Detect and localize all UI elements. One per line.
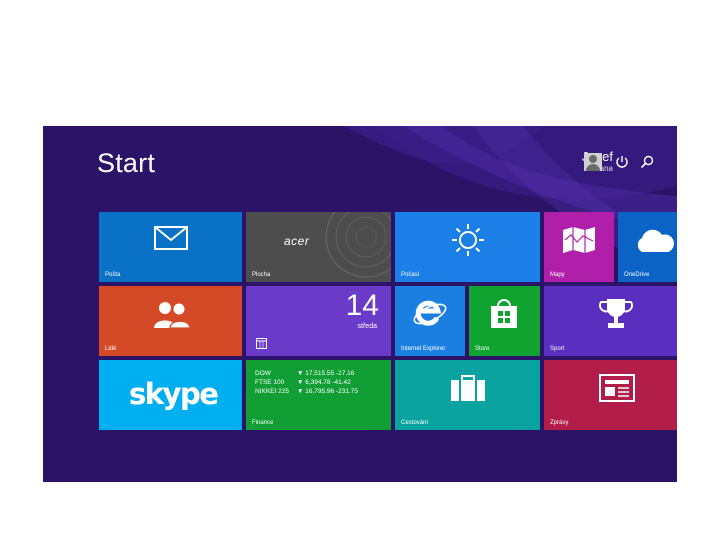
user-sub: Zuzana (543, 164, 613, 174)
finance-index-name: NIKKEI 225 (255, 388, 289, 395)
ie-icon (413, 300, 447, 326)
tile-mail-label: Pošta (105, 272, 121, 278)
store-icon (491, 299, 517, 328)
user-name: Josef (543, 150, 613, 164)
tile-store-label: Store (475, 346, 490, 352)
tile-maps[interactable]: Mapy (544, 212, 614, 282)
tile-finance[interactable]: DOW ▼ 17,515.55 -27.16 FTSE 100 ▼ 6,394.78… (246, 360, 391, 430)
people-icon (154, 302, 191, 329)
tile-sport[interactable]: Sport (544, 286, 677, 356)
finance-index-value: ▼ 16,795.96 -231.75 (297, 388, 359, 395)
mail-icon (154, 226, 188, 250)
tile-maps-label: Mapy (550, 272, 565, 278)
calendar-day-name: středa (357, 323, 377, 330)
cloud-icon (637, 229, 675, 252)
briefcase-icon (451, 375, 485, 401)
tile-travel[interactable]: Cestování (395, 360, 540, 430)
tile-ie-label: Internet Explorer (401, 346, 446, 352)
search-icon[interactable] (638, 153, 656, 171)
tile-finance-label: Finance (252, 420, 274, 426)
tile-skype[interactable]: skype (99, 360, 242, 430)
tile-store[interactable]: Store (469, 286, 540, 356)
tile-weather-label: Počasí (401, 272, 420, 278)
acer-logo: acer (284, 234, 310, 248)
calendar-day-number: 14 (345, 289, 379, 322)
tile-calendar[interactable]: 14 středa (246, 286, 391, 356)
tile-weather[interactable]: Počasí (395, 212, 540, 282)
start-screen: Start Josef Zuzana Pošta acer Plocha (43, 126, 677, 482)
finance-index-value: ▼ 6,394.78 -41.42 (297, 379, 351, 386)
tile-people-label: Lidé (105, 346, 117, 352)
power-icon[interactable] (613, 153, 631, 171)
tile-desktop[interactable]: acer Plocha (246, 212, 391, 282)
trophy-icon (598, 299, 634, 328)
tile-ie[interactable]: Internet Explorer (395, 286, 465, 356)
tile-desktop-label: Plocha (252, 272, 271, 278)
tile-sport-label: Sport (550, 346, 565, 352)
sun-icon (452, 224, 484, 256)
finance-row: DOW ▼ 17,515.55 -27.16 (255, 370, 354, 378)
user-account[interactable]: Josef Zuzana (543, 150, 613, 174)
tile-news[interactable]: Zprávy (544, 360, 677, 430)
tile-news-label: Zprávy (550, 420, 569, 426)
map-icon (563, 227, 595, 253)
tile-mail[interactable]: Pošta (99, 212, 242, 282)
finance-index-value: ▼ 17,515.55 -27.16 (297, 370, 355, 377)
tile-travel-label: Cestování (401, 420, 429, 426)
tile-onedrive[interactable]: OneDrive (618, 212, 677, 282)
news-icon (599, 374, 635, 402)
finance-row: NIKKEI 225 ▼ 16,795.96 -231.75 (255, 388, 358, 396)
skype-logo: skype (129, 377, 219, 411)
calendar-icon (256, 338, 267, 349)
avatar[interactable] (584, 153, 602, 171)
tile-people[interactable]: Lidé (99, 286, 242, 356)
tile-onedrive-label: OneDrive (624, 272, 650, 278)
finance-index-name: DOW (255, 370, 271, 377)
lace-pattern (325, 212, 391, 278)
finance-index-name: FTSE 100 (255, 379, 285, 386)
finance-row: FTSE 100 ▼ 6,394.78 -41.42 (255, 379, 351, 387)
start-title: Start (97, 148, 156, 178)
